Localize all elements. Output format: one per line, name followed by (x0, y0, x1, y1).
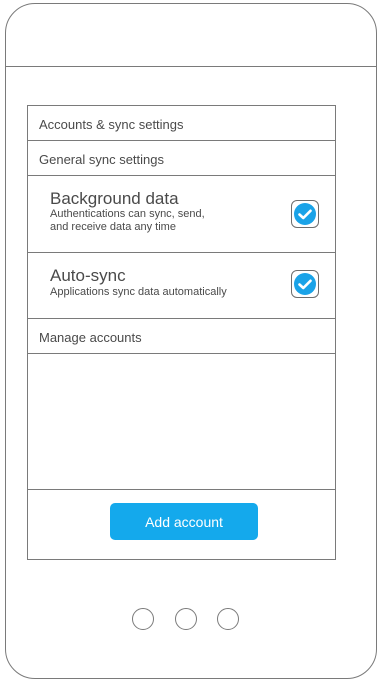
section-label-general: General sync settings (39, 152, 165, 167)
setting-title: Auto-sync (50, 266, 126, 285)
setting-description-line: Authentications can sync, send, (50, 208, 205, 220)
page-title: Accounts & sync settings (39, 117, 184, 132)
setting-title: Background data (50, 189, 179, 208)
section-header-general: General sync settings (28, 141, 335, 176)
checkmark-icon (294, 203, 316, 225)
setting-description-line: and receive data any time (50, 221, 176, 233)
accounts-list (28, 354, 335, 490)
nav-dot-icon[interactable] (217, 608, 239, 630)
add-account-button[interactable]: Add account (110, 503, 258, 540)
setting-auto-sync[interactable]: Auto-sync Applications sync data automat… (28, 253, 335, 319)
section-label-manage: Manage accounts (39, 330, 142, 345)
nav-dot-icon[interactable] (175, 608, 197, 630)
auto-sync-checkbox[interactable] (291, 270, 319, 298)
setting-description: Applications sync data automatically (50, 286, 227, 298)
section-header-manage: Manage accounts (28, 319, 335, 354)
setting-background-data[interactable]: Background data Authentications can sync… (28, 176, 335, 253)
status-area-divider (5, 66, 377, 68)
nav-dot-icon[interactable] (132, 608, 154, 630)
panel-header: Accounts & sync settings (28, 106, 335, 141)
checkmark-icon (294, 273, 316, 295)
background-data-checkbox[interactable] (291, 200, 319, 228)
setting-description: Authentications can sync, send, and rece… (50, 208, 280, 234)
settings-panel: Accounts & sync settings General sync se… (27, 105, 336, 560)
